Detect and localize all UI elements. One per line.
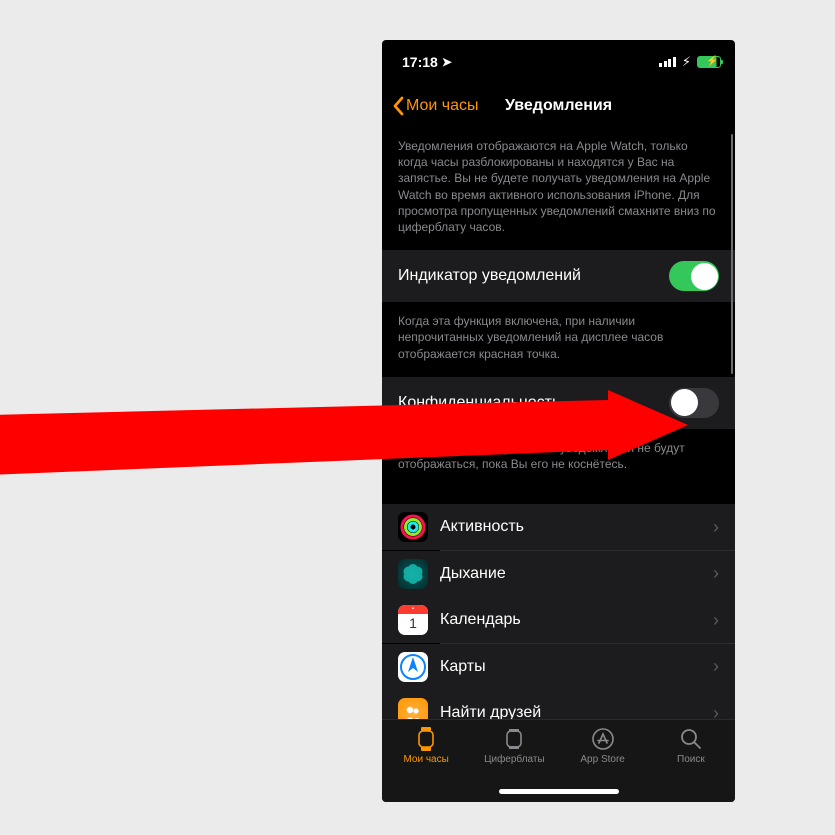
app-row-find-friends[interactable]: Найти друзей › <box>382 690 735 719</box>
nav-bar: Мои часы Уведомления <box>382 84 735 128</box>
status-bar: 17:18 ➤ ⚡︎ ⚡ <box>382 40 735 84</box>
privacy-label: Конфиденциальность <box>398 394 560 412</box>
app-row-maps[interactable]: Карты › <box>382 644 735 690</box>
battery-icon: ⚡ <box>697 56 721 68</box>
tab-label: Поиск <box>677 754 705 765</box>
tab-label: Циферблаты <box>484 754 545 765</box>
chevron-right-icon: › <box>713 610 719 631</box>
app-label: Календарь <box>440 611 701 629</box>
app-label: Найти друзей <box>440 704 701 719</box>
notification-indicator-description: Когда эта функция включена, при наличии … <box>382 303 735 376</box>
home-indicator[interactable] <box>499 789 619 794</box>
notification-indicator-toggle[interactable] <box>669 261 719 291</box>
find-friends-icon <box>398 698 428 719</box>
notification-indicator-row[interactable]: Индикатор уведомлений <box>382 249 735 303</box>
intro-description: Уведомления отображаются на Apple Watch,… <box>382 128 735 249</box>
scrollbar[interactable] <box>731 134 734 374</box>
watch-face-icon <box>502 726 526 752</box>
chevron-right-icon: › <box>713 703 719 719</box>
status-time: 17:18 <box>402 54 438 70</box>
activity-icon <box>398 512 428 542</box>
chevron-left-icon <box>392 96 404 116</box>
back-label: Мои часы <box>406 97 479 115</box>
tab-label: Мои часы <box>403 754 448 765</box>
status-time-group: 17:18 ➤ <box>402 54 452 70</box>
calendar-icon: ▪ 1 <box>398 605 428 635</box>
tab-my-watch[interactable]: Мои часы <box>382 726 470 802</box>
app-label: Карты <box>440 658 701 676</box>
chevron-right-icon: › <box>713 656 719 677</box>
search-icon <box>680 726 702 752</box>
cell-signal-icon <box>659 57 676 67</box>
tab-label: App Store <box>580 754 624 765</box>
chevron-right-icon: › <box>713 563 719 584</box>
privacy-description: В этом режиме подробности уведомления не… <box>382 430 735 486</box>
app-row-breathe[interactable]: Дыхание › <box>382 551 735 597</box>
app-label: Активность <box>440 518 701 536</box>
wifi-icon: ⚡︎ <box>682 54 691 70</box>
location-icon: ➤ <box>442 55 452 69</box>
phone-frame: 17:18 ➤ ⚡︎ ⚡ Мои часы Уведомления Уведом… <box>382 40 735 802</box>
chevron-right-icon: › <box>713 517 719 538</box>
maps-icon <box>398 652 428 682</box>
app-row-activity[interactable]: Активность › <box>382 504 735 550</box>
content-scroll[interactable]: Уведомления отображаются на Apple Watch,… <box>382 128 735 719</box>
watch-icon <box>416 726 436 752</box>
breathe-icon <box>398 559 428 589</box>
privacy-row[interactable]: Конфиденциальность <box>382 376 735 430</box>
tab-bar: Мои часы Циферблаты App Store Поиск <box>382 719 735 802</box>
privacy-toggle[interactable] <box>669 388 719 418</box>
app-store-icon <box>591 726 615 752</box>
app-row-calendar[interactable]: ▪ 1 Календарь › <box>382 597 735 643</box>
back-button[interactable]: Мои часы <box>392 96 479 116</box>
status-right: ⚡︎ ⚡ <box>659 54 721 70</box>
tab-search[interactable]: Поиск <box>647 726 735 802</box>
notification-indicator-label: Индикатор уведомлений <box>398 267 581 285</box>
app-label: Дыхание <box>440 565 701 583</box>
